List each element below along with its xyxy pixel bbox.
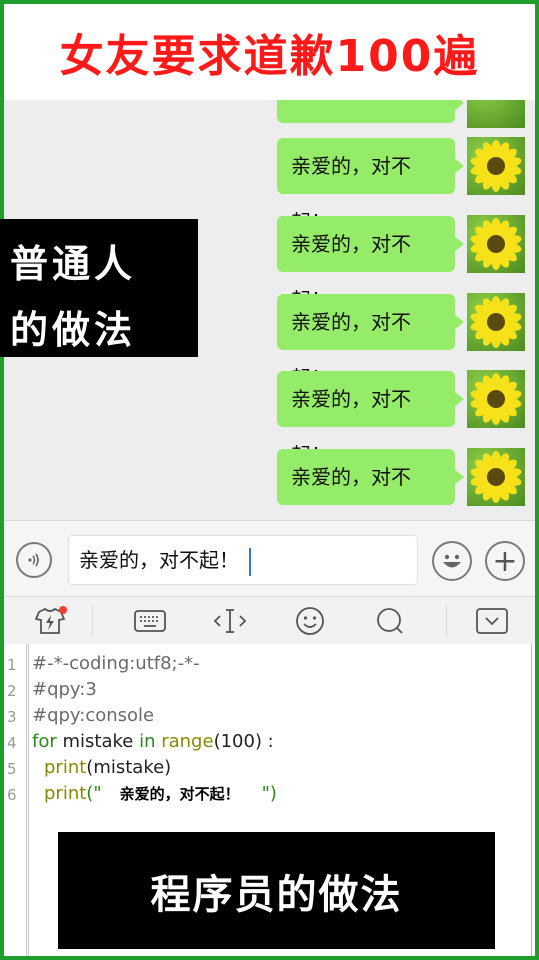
message-row: 亲爱的，对不起！ xyxy=(277,293,525,390)
text-cursor-icon[interactable] xyxy=(210,603,250,639)
message-row: 亲爱的，对不起！ xyxy=(277,448,525,506)
green-frame: 女友要求道歉100遍 亲爱的，对不起！ 亲爱的，对不起！ 亲爱的，对不起！ xyxy=(0,0,539,960)
sunflower-avatar[interactable] xyxy=(467,100,525,128)
string-content: 亲爱的，对不起！ xyxy=(119,785,240,803)
line-number: 4 xyxy=(7,734,17,752)
code-line-1: #-*-coding:utf8;-*- xyxy=(32,653,200,674)
sunflower-avatar[interactable] xyxy=(467,215,525,273)
emoji-glyph xyxy=(443,554,461,568)
message-bubble[interactable]: 亲爱的，对不起！ xyxy=(277,371,464,467)
string-close: ") xyxy=(261,783,277,804)
keyboard-toolbar xyxy=(4,596,535,645)
smiley-icon[interactable] xyxy=(290,603,330,639)
search-icon[interactable] xyxy=(370,603,410,639)
avatar-background xyxy=(467,100,525,128)
message-row: 亲爱的，对不起！ xyxy=(277,215,525,312)
sunflower-avatar[interactable] xyxy=(467,137,525,195)
right-margin-line xyxy=(531,644,532,956)
collapse-glyph xyxy=(476,608,508,634)
string-open: (" xyxy=(86,783,102,804)
shirt-lightning-icon[interactable] xyxy=(30,603,70,639)
keyboard-icon[interactable] xyxy=(130,603,170,639)
message-bubble[interactable]: 亲爱的，对不起！ xyxy=(277,138,464,234)
message-bubble[interactable] xyxy=(277,100,464,123)
print-args: (mistake) xyxy=(86,757,172,778)
builtin-print: print xyxy=(44,757,87,778)
keyboard-glyph xyxy=(134,610,166,632)
range-args: (100) : xyxy=(213,731,274,752)
message-bubble[interactable]: 亲爱的，对不起！ xyxy=(277,216,464,312)
message-input[interactable]: 亲爱的，对不起！ xyxy=(68,535,418,585)
code-line-5: print(mistake) xyxy=(44,757,171,778)
message-bubble[interactable]: 亲爱的，对不起！ xyxy=(277,294,464,390)
line-number: 6 xyxy=(7,786,17,804)
title-banner: 女友要求道歉100遍 xyxy=(4,4,535,100)
code-line-6: print(" 亲爱的，对不起！ ") xyxy=(44,783,277,804)
sunflower-center xyxy=(487,235,505,253)
text-caret xyxy=(249,547,251,576)
voice-glyph xyxy=(28,553,39,567)
line-number: 2 xyxy=(7,682,17,700)
text-cursor-glyph xyxy=(213,609,247,633)
programmer-label: 程序员的做法 xyxy=(58,832,495,949)
search-glyph xyxy=(377,608,403,634)
page-title: 女友要求道歉100遍 xyxy=(59,31,480,82)
sunflower-center xyxy=(487,157,505,175)
message-row: 亲爱的，对不起！ xyxy=(277,370,525,467)
sunflower-avatar[interactable] xyxy=(467,293,525,351)
label-line-1: 普通人 xyxy=(10,242,137,286)
gutter-border xyxy=(28,644,29,956)
plus-icon[interactable]: + xyxy=(485,541,525,581)
variable-mistake: mistake xyxy=(56,731,140,752)
message-bubble[interactable]: 亲爱的，对不起！ xyxy=(277,449,464,505)
label-line-2: 的做法 xyxy=(10,308,137,352)
ordinary-person-label: 普通人 的做法 xyxy=(0,219,198,357)
programmer-label-text: 程序员的做法 xyxy=(150,871,403,918)
builtin-range: range xyxy=(161,731,214,752)
message-row xyxy=(277,100,525,128)
line-number: 5 xyxy=(7,760,17,778)
sunflower-avatar[interactable] xyxy=(467,370,525,428)
keyword-for: for xyxy=(32,731,57,752)
sunflower-avatar[interactable] xyxy=(467,448,525,506)
code-line-4: for mistake in range(100) : xyxy=(32,731,274,752)
code-line-3: #qpy:console xyxy=(32,705,155,726)
emoji-icon[interactable] xyxy=(432,541,472,581)
toolbar-divider xyxy=(92,605,93,637)
sunflower-center xyxy=(487,313,505,331)
shirt-glyph xyxy=(34,606,67,634)
sunflower-center xyxy=(487,390,505,408)
collapse-icon[interactable] xyxy=(472,603,512,639)
sunflower-center xyxy=(487,468,505,486)
line-number: 1 xyxy=(7,656,17,674)
keyword-in: in xyxy=(139,731,156,752)
chat-input-bar: 亲爱的，对不起！ + xyxy=(4,520,535,597)
builtin-print: print xyxy=(44,783,87,804)
smiley-glyph xyxy=(296,607,324,635)
message-input-value: 亲爱的，对不起！ xyxy=(79,548,239,572)
voice-icon[interactable] xyxy=(16,542,52,578)
message-row: 亲爱的，对不起！ xyxy=(277,137,525,234)
line-number: 3 xyxy=(7,708,17,726)
code-line-2: #qpy:3 xyxy=(32,679,97,700)
toolbar-divider xyxy=(446,605,447,637)
